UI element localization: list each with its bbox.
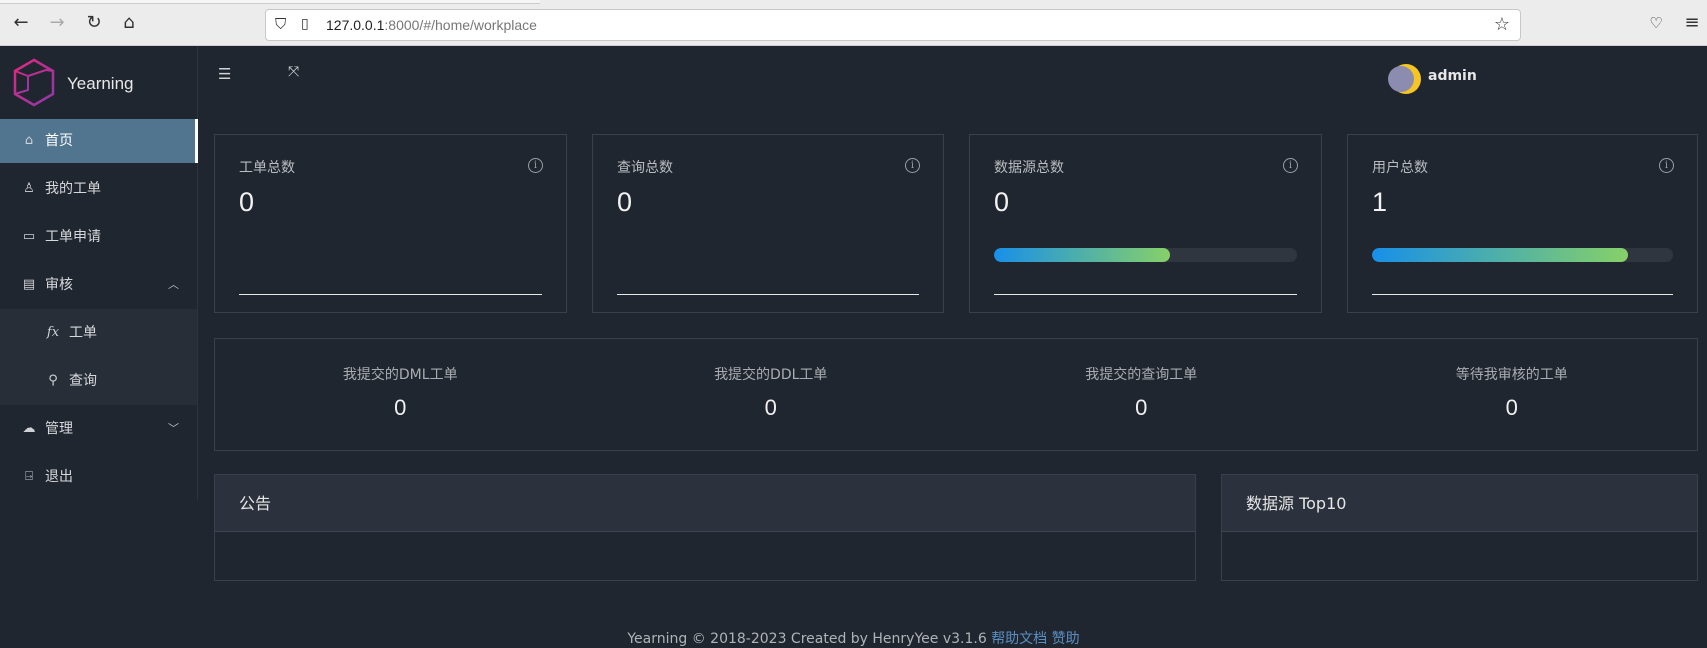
- fx-icon: fx: [46, 325, 60, 340]
- sponsor-link[interactable]: 赞助: [1052, 631, 1080, 647]
- app: Yearning ⌂ 首页 ♙ 我的工单 ▭ 工单申请 ▤ 审核 ︿ fx 工单 ⚲ 查询 ☁…: [0, 46, 1707, 647]
- card-value: 1: [1372, 187, 1388, 217]
- info-icon[interactable]: i: [905, 158, 920, 173]
- divider: [994, 294, 1297, 295]
- divider: [239, 294, 542, 295]
- divider: [1372, 294, 1673, 295]
- card-title: 工单总数: [239, 160, 295, 176]
- progress-bar: [994, 248, 1297, 262]
- stat-value: 0: [1135, 395, 1148, 420]
- search-icon: ⚲: [48, 373, 58, 388]
- stat-label: 等待我审核的工单: [1455, 367, 1568, 383]
- card-title: 查询总数: [617, 160, 673, 176]
- sidebar-item-manage[interactable]: ☁ 管理 ﹀: [0, 407, 197, 451]
- progress-fill: [1372, 248, 1628, 262]
- sidebar-item-logout[interactable]: ⍈ 退出: [0, 455, 197, 499]
- browser-toolbar: ← → ↻ ⌂ ⛉ ▯ 127.0.0.1:8000/#/home/workpl…: [0, 0, 1707, 46]
- app-name: Yearning: [67, 74, 134, 93]
- stat-label: 我提交的查询工单: [1085, 367, 1198, 383]
- info-icon[interactable]: i: [1659, 158, 1674, 173]
- sidebar-item-label: 查询: [69, 373, 97, 389]
- stat-label: 我提交的DML工单: [342, 367, 458, 383]
- page-icon: ▯: [301, 16, 309, 32]
- sidebar-item-home[interactable]: ⌂ 首页: [0, 119, 198, 163]
- stat-value: 0: [1505, 395, 1518, 420]
- stat-card-queries: 查询总数 i 0: [592, 134, 944, 313]
- sidebar: Yearning ⌂ 首页 ♙ 我的工单 ▭ 工单申请 ▤ 审核 ︿ fx 工单 ⚲ 查询 ☁…: [0, 46, 198, 500]
- sidebar-item-audit[interactable]: ▤ 审核 ︿: [0, 263, 197, 307]
- username[interactable]: admin: [1428, 68, 1477, 84]
- stat-card-datasources: 数据源总数 i 0: [969, 134, 1322, 313]
- pocket-icon[interactable]: ♡: [1645, 13, 1667, 33]
- sidebar-item-my-orders[interactable]: ♙ 我的工单: [0, 167, 197, 211]
- footer: Yearning © 2018-2023 Created by HenryYee…: [0, 628, 1707, 648]
- sidebar-item-label: 审核: [45, 277, 73, 293]
- sidebar-item-label: 我的工单: [45, 181, 101, 197]
- progress-fill: [994, 248, 1170, 262]
- audit-icon: ▤: [22, 277, 36, 292]
- panel-title: 公告: [215, 475, 1195, 532]
- sidebar-item-label: 工单申请: [45, 229, 101, 245]
- stat-value: 0: [764, 395, 777, 420]
- shield-icon[interactable]: ⛉: [275, 15, 286, 33]
- chevron-up-icon: ︿: [168, 278, 179, 291]
- sidebar-item-label: 退出: [45, 469, 73, 485]
- card-title: 数据源总数: [994, 160, 1064, 176]
- fullscreen-icon[interactable]: ⤧: [288, 64, 299, 80]
- my-orders-summary: 我提交的DML工单 0 我提交的DDL工单 0 我提交的查询工单 0 等待我审核的工单…: [214, 338, 1698, 451]
- stat-card-orders: 工单总数 i 0: [214, 134, 567, 313]
- home-icon: ⌂: [24, 133, 34, 148]
- datasource-top10-panel: 数据源 Top10: [1221, 474, 1698, 581]
- stat-dml: 我提交的DML工单 0: [215, 339, 586, 421]
- sidebar-item-label: 工单: [69, 325, 97, 341]
- user-icon: ♙: [23, 181, 35, 196]
- card-value: 0: [994, 187, 1010, 217]
- stat-label: 我提交的DDL工单: [714, 367, 828, 383]
- card-value: 0: [617, 187, 633, 217]
- home-icon[interactable]: ⌂: [118, 13, 140, 33]
- menu-icon[interactable]: ≡: [1681, 13, 1703, 33]
- help-docs-link[interactable]: 帮助文档: [991, 631, 1047, 647]
- cloud-icon: ☁: [22, 421, 36, 436]
- stat-value: 0: [394, 395, 407, 420]
- stat-ddl: 我提交的DDL工单 0: [586, 339, 957, 421]
- forward-icon[interactable]: →: [46, 13, 68, 33]
- bookmark-star-icon[interactable]: ☆: [1494, 14, 1510, 35]
- card-value: 0: [239, 187, 255, 217]
- stat-card-users: 用户总数 i 1: [1347, 134, 1698, 313]
- sidebar-item-order-apply[interactable]: ▭ 工单申请: [0, 215, 197, 259]
- address-bar[interactable]: ⛉ ▯ 127.0.0.1:8000/#/home/workplace ☆: [265, 9, 1521, 41]
- monitor-icon: ▭: [22, 229, 36, 244]
- url-path: :8000/#/home/workplace: [384, 17, 537, 33]
- progress-bar: [1372, 248, 1673, 262]
- divider: [617, 294, 919, 295]
- sidebar-item-label: 管理: [45, 421, 73, 437]
- yearning-logo-icon: [13, 58, 55, 107]
- sidebar-item-audit-order[interactable]: fx 工单: [0, 311, 197, 355]
- url-host: 127.0.0.1: [326, 17, 385, 33]
- tab-strip: [0, 0, 540, 4]
- chevron-down-icon: ﹀: [168, 422, 179, 435]
- stat-pending-audit: 等待我审核的工单 0: [1327, 339, 1698, 421]
- avatar[interactable]: [1388, 63, 1422, 95]
- footer-text: Yearning © 2018-2023 Created by HenryYee…: [627, 631, 987, 647]
- stat-query: 我提交的查询工单 0: [956, 339, 1327, 421]
- info-icon[interactable]: i: [528, 158, 543, 173]
- sidebar-item-label: 首页: [45, 133, 73, 149]
- url-text[interactable]: 127.0.0.1:8000/#/home/workplace: [326, 17, 537, 33]
- info-icon[interactable]: i: [1283, 158, 1298, 173]
- logout-icon: ⍈: [25, 469, 33, 484]
- back-icon[interactable]: ←: [10, 13, 32, 33]
- reload-icon[interactable]: ↻: [83, 13, 105, 33]
- collapse-menu-icon[interactable]: ☰: [218, 65, 231, 83]
- card-title: 用户总数: [1372, 160, 1428, 176]
- notice-panel: 公告: [214, 474, 1196, 581]
- panel-title: 数据源 Top10: [1222, 475, 1697, 532]
- sidebar-item-audit-query[interactable]: ⚲ 查询: [0, 359, 197, 403]
